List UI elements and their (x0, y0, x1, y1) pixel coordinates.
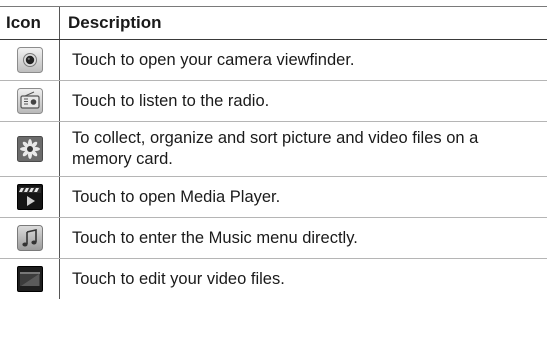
table-row: Touch to edit your video files. (0, 258, 547, 300)
description-cell: To collect, organize and sort picture an… (59, 121, 547, 177)
media-player-icon (16, 184, 43, 210)
table-row: To collect, organize and sort picture an… (0, 121, 547, 177)
table-row: Touch to open Media Player. (0, 176, 547, 218)
table-row: Touch to listen to the radio. (0, 80, 547, 122)
description-cell: Touch to open Media Player. (59, 176, 547, 218)
description-cell: Touch to edit your video files. (59, 258, 547, 299)
gallery-flower-icon (16, 136, 43, 162)
icon-cell (0, 176, 60, 218)
icon-cell (0, 80, 60, 122)
radio-icon (16, 88, 43, 114)
description-cell: Touch to listen to the radio. (59, 80, 547, 122)
music-note-icon (16, 225, 43, 251)
icon-cell (0, 121, 60, 177)
video-edit-icon (16, 266, 43, 292)
icon-cell (0, 39, 60, 81)
description-cell: Touch to open your camera viewfinder. (59, 39, 547, 81)
icon-description-table: Icon Description Touch to open your came… (0, 6, 547, 299)
camera-icon (16, 47, 43, 73)
icon-cell (0, 259, 60, 300)
table-row: Touch to open your camera viewfinder. (0, 39, 547, 81)
header-description: Description (59, 6, 547, 40)
table-row: Touch to enter the Music menu directly. (0, 217, 547, 259)
description-cell: Touch to enter the Music menu directly. (59, 217, 547, 259)
header-icon: Icon (0, 6, 60, 40)
icon-cell (0, 217, 60, 259)
table-header-row: Icon Description (0, 6, 547, 40)
